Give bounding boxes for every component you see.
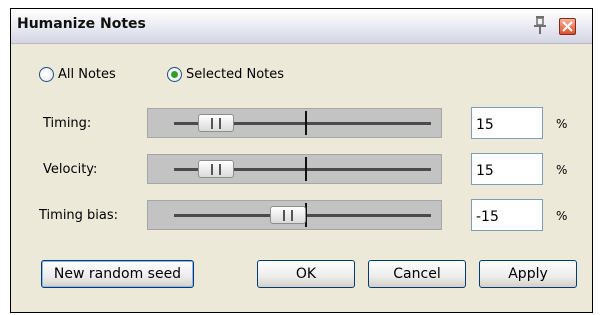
velocity-input[interactable] bbox=[471, 153, 543, 185]
ok-button[interactable]: OK bbox=[257, 260, 355, 288]
radio-checked-icon bbox=[167, 67, 182, 82]
timing-label: Timing: bbox=[43, 116, 92, 131]
timing-input[interactable] bbox=[471, 107, 543, 139]
title-bar[interactable]: Humanize Notes bbox=[11, 9, 592, 44]
new-random-seed-button[interactable]: New random seed bbox=[41, 260, 194, 288]
slider-center-mark bbox=[305, 157, 307, 181]
radio-selected-notes[interactable]: Selected Notes bbox=[167, 67, 284, 82]
timing-unit: % bbox=[556, 117, 568, 131]
velocity-unit: % bbox=[556, 163, 568, 177]
pin-icon[interactable] bbox=[532, 15, 548, 35]
slider-thumb[interactable] bbox=[270, 206, 306, 224]
radio-selected-notes-label: Selected Notes bbox=[186, 67, 285, 82]
timing-bias-input[interactable] bbox=[471, 199, 543, 231]
radio-circle-icon bbox=[39, 67, 54, 82]
cancel-button[interactable]: Cancel bbox=[368, 260, 466, 288]
close-button[interactable] bbox=[559, 18, 576, 35]
close-icon bbox=[562, 21, 573, 32]
timing-slider[interactable] bbox=[147, 108, 442, 138]
dialog-title: Humanize Notes bbox=[17, 16, 146, 32]
timing-bias-label: Timing bias: bbox=[39, 208, 119, 223]
slider-center-mark bbox=[305, 111, 307, 135]
velocity-slider[interactable] bbox=[147, 154, 442, 184]
apply-button[interactable]: Apply bbox=[479, 260, 577, 288]
slider-thumb[interactable] bbox=[198, 160, 234, 178]
radio-all-notes-label: All Notes bbox=[58, 67, 116, 82]
timing-bias-unit: % bbox=[556, 209, 568, 223]
radio-all-notes[interactable]: All Notes bbox=[39, 67, 116, 82]
velocity-label: Velocity: bbox=[43, 162, 98, 177]
humanize-notes-dialog: Humanize Notes All Notes Selected Notes … bbox=[10, 8, 593, 313]
timing-bias-slider[interactable] bbox=[147, 200, 442, 230]
slider-thumb[interactable] bbox=[198, 114, 234, 132]
